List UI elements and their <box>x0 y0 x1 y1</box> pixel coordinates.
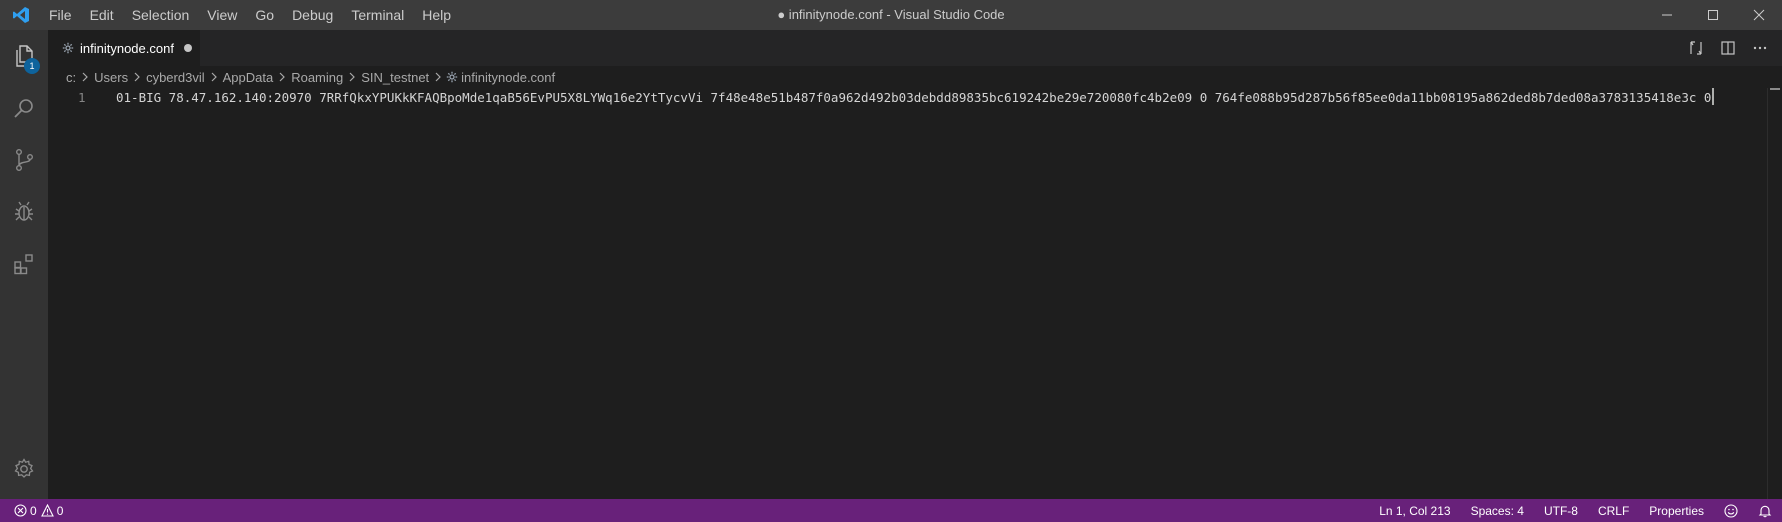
chevron-right-icon <box>78 70 92 84</box>
explorer-badge: 1 <box>24 58 40 74</box>
minimize-button[interactable] <box>1644 0 1690 30</box>
chevron-right-icon <box>431 70 445 84</box>
maximize-icon <box>1708 10 1718 20</box>
breadcrumb: c: Users cyberd3vil AppData Roaming SIN_… <box>48 66 1782 88</box>
extensions-icon <box>14 254 33 275</box>
debug-button[interactable] <box>0 186 48 238</box>
cursor-position[interactable]: Ln 1, Col 213 <box>1369 504 1460 518</box>
encoding[interactable]: UTF-8 <box>1534 504 1588 518</box>
cursor-overview-mark <box>1770 88 1780 90</box>
error-count: 0 <box>30 503 37 518</box>
warning-icon <box>40 504 54 517</box>
menu-debug[interactable]: Debug <box>283 0 342 30</box>
close-icon <box>1753 9 1765 21</box>
vertical-scrollbar[interactable] <box>1767 88 1782 499</box>
chevron-right-icon <box>345 70 359 84</box>
debug-icon <box>15 201 33 221</box>
activity-bar: 1 <box>0 30 48 499</box>
warning-count: 0 <box>56 503 64 518</box>
title-bar: File Edit Selection View Go Debug Termin… <box>0 0 1782 30</box>
breadcrumb-file[interactable]: infinitynode.conf <box>459 70 557 85</box>
extensions-button[interactable] <box>0 238 48 290</box>
editor-actions <box>1680 30 1776 66</box>
bell-icon <box>1758 505 1772 517</box>
smiley-icon <box>1724 503 1738 518</box>
settings-button[interactable] <box>0 443 48 495</box>
close-button[interactable] <box>1736 0 1782 30</box>
editor-area[interactable]: 1 01-BIG 78.47.162.140:20970 7RRfQkxYPUK… <box>48 88 1782 499</box>
explorer-button[interactable]: 1 <box>0 30 48 82</box>
maximize-button[interactable] <box>1690 0 1736 30</box>
problems-indicator[interactable]: 0 0 <box>14 504 63 518</box>
menu-go[interactable]: Go <box>246 0 283 30</box>
chevron-right-icon <box>275 70 289 84</box>
code-line[interactable]: 01-BIG 78.47.162.140:20970 7RRfQkxYPUKkK… <box>116 88 1715 108</box>
menu-terminal[interactable]: Terminal <box>342 0 413 30</box>
settings-file-icon <box>60 40 76 56</box>
source-control-icon <box>15 149 33 172</box>
search-icon <box>14 99 33 118</box>
settings-file-icon <box>445 70 459 84</box>
error-icon <box>14 504 27 517</box>
vscode-logo-icon <box>4 0 38 30</box>
minimize-icon <box>1662 14 1672 16</box>
text-cursor <box>1712 88 1715 105</box>
menu-view[interactable]: View <box>198 0 246 30</box>
menu-help[interactable]: Help <box>413 0 460 30</box>
split-editor-icon <box>1721 41 1735 55</box>
indentation[interactable]: Spaces: 4 <box>1461 504 1534 518</box>
breadcrumb-folder[interactable]: SIN_testnet <box>359 70 431 85</box>
unsaved-dot-icon[interactable] <box>183 44 192 52</box>
ellipsis-icon <box>1753 46 1767 50</box>
tab-bar: infinitynode.conf <box>48 30 1782 66</box>
gear-icon <box>14 458 34 478</box>
more-actions-button[interactable] <box>1744 30 1776 66</box>
feedback-button[interactable] <box>1714 503 1748 518</box>
open-changes-button[interactable] <box>1680 30 1712 66</box>
notifications-button[interactable] <box>1748 504 1782 518</box>
menu-edit[interactable]: Edit <box>81 0 123 30</box>
status-right: Ln 1, Col 213 Spaces: 4 UTF-8 CRLF Prope… <box>1369 499 1782 522</box>
split-editor-button[interactable] <box>1712 30 1744 66</box>
status-bar: 0 0 Ln 1, Col 213 Spaces: 4 UTF-8 CRLF P… <box>0 499 1782 522</box>
tab-label: infinitynode.conf <box>80 40 174 56</box>
menu-bar: File Edit Selection View Go Debug Termin… <box>40 0 460 30</box>
breadcrumb-users[interactable]: Users <box>92 70 130 85</box>
code-line-text: 01-BIG 78.47.162.140:20970 7RRfQkxYPUKkK… <box>116 90 1712 105</box>
breadcrumb-drive[interactable]: c: <box>64 70 78 85</box>
search-button[interactable] <box>0 82 48 134</box>
window-controls <box>1644 0 1782 30</box>
compare-changes-icon <box>1690 41 1702 55</box>
breadcrumb-appdata[interactable]: AppData <box>221 70 276 85</box>
end-of-line[interactable]: CRLF <box>1588 504 1639 518</box>
breadcrumb-roaming[interactable]: Roaming <box>289 70 345 85</box>
source-control-button[interactable] <box>0 134 48 186</box>
chevron-right-icon <box>207 70 221 84</box>
menu-file[interactable]: File <box>40 0 81 30</box>
tab-infinitynode-conf[interactable]: infinitynode.conf <box>48 30 200 66</box>
language-mode[interactable]: Properties <box>1639 504 1714 518</box>
menu-selection[interactable]: Selection <box>123 0 199 30</box>
chevron-right-icon <box>130 70 144 84</box>
breadcrumb-user[interactable]: cyberd3vil <box>144 70 207 85</box>
